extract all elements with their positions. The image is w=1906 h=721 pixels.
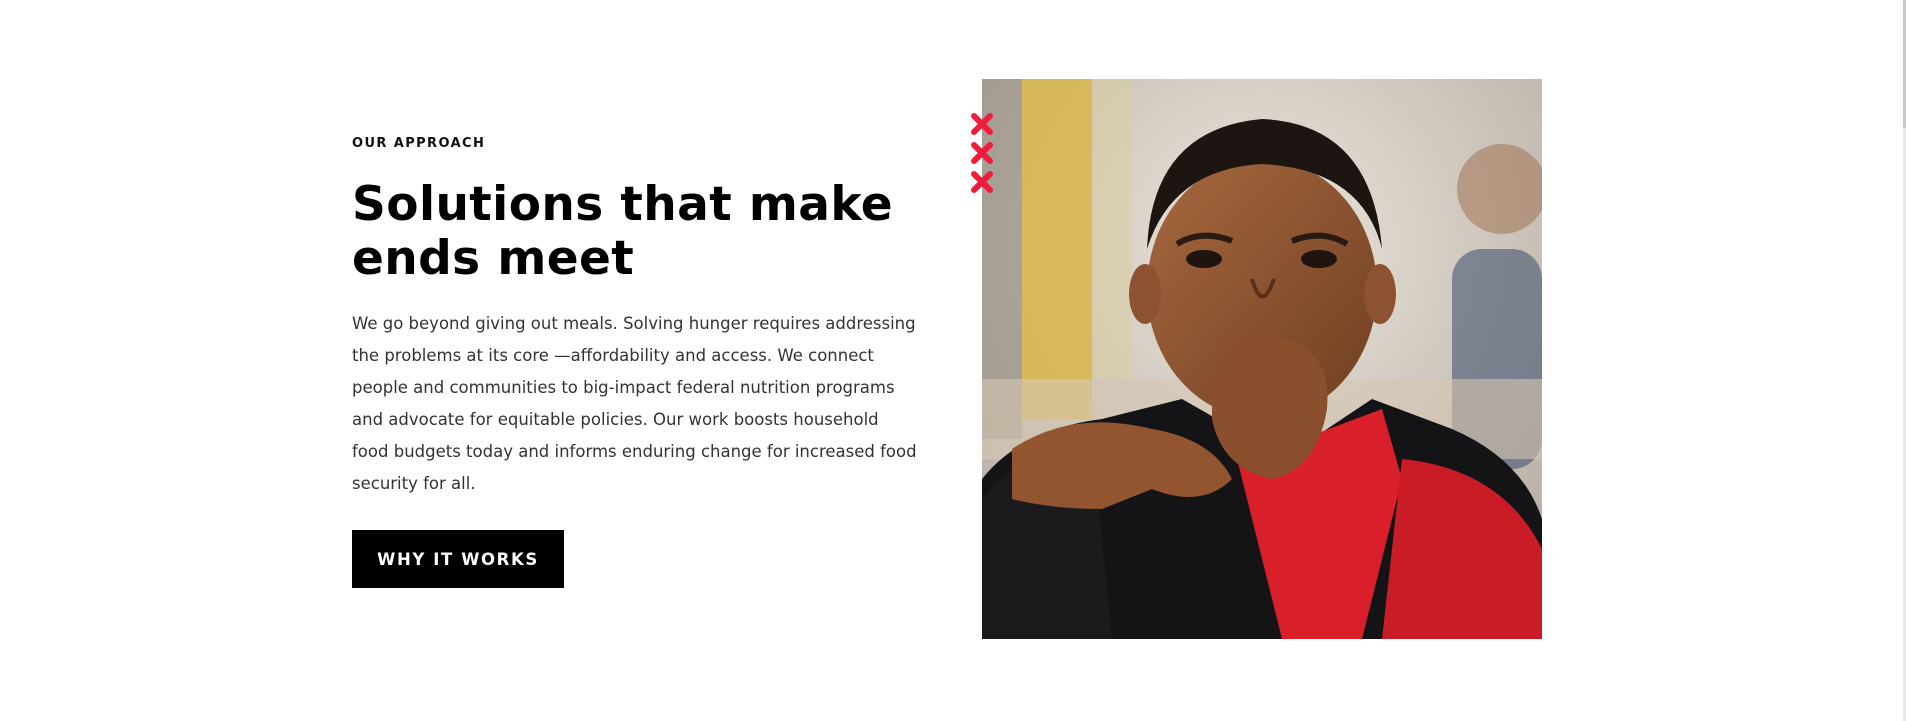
section-eyebrow: OUR APPROACH — [352, 136, 486, 151]
section-headline: Solutions that make ends meet — [352, 177, 894, 286]
approach-text-column: OUR APPROACH Solutions that make ends me… — [352, 136, 922, 588]
child-eating-photo — [982, 79, 1542, 639]
x-mark-icon — [971, 113, 993, 135]
decorative-marks — [970, 112, 994, 199]
section-body: We go beyond giving out meals. Solving h… — [352, 314, 917, 493]
photo-illustration — [982, 79, 1542, 639]
x-mark-icon — [971, 142, 993, 164]
approach-section: OUR APPROACH Solutions that make ends me… — [0, 0, 1906, 721]
x-mark-icon — [971, 171, 993, 193]
why-it-works-button[interactable]: WHY IT WORKS — [352, 530, 564, 588]
